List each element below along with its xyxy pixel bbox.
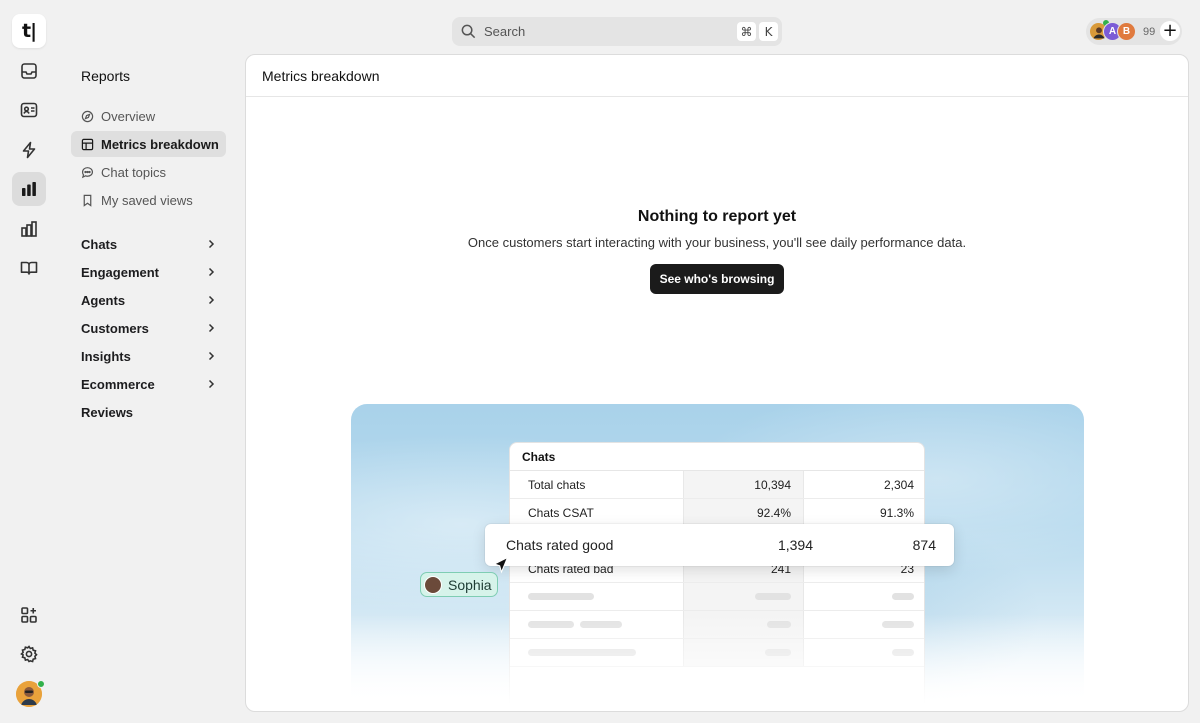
chevron-right-icon <box>208 323 215 333</box>
empty-state-illustration: Chats Total chats 10,394 2,304 Chats CSA… <box>351 404 1084 704</box>
nav-item-label: My saved views <box>101 192 193 208</box>
add-button[interactable]: + <box>1160 21 1180 41</box>
nav-group-label: Reviews <box>81 404 134 420</box>
cursor-name: Sophia <box>448 576 492 593</box>
row-value: 1,394 <box>777 537 813 553</box>
nav-group-insights[interactable]: Insights <box>71 343 226 369</box>
nav-group-customers[interactable]: Customers <box>71 315 226 341</box>
main-panel: Metrics breakdown Nothing to report yet … <box>245 54 1189 712</box>
nav-group-reviews[interactable]: Reviews <box>71 399 226 425</box>
skeleton-row <box>510 583 924 611</box>
row-label: Total chats <box>528 477 586 492</box>
nav-group-label: Agents <box>81 292 126 308</box>
chevron-right-icon <box>208 267 215 277</box>
reports-chart-icon[interactable] <box>12 172 46 206</box>
row-label: Chats CSAT <box>528 505 594 520</box>
analytics-icon[interactable] <box>12 212 46 246</box>
table-row: Total chats 10,394 2,304 <box>510 471 924 499</box>
contacts-icon[interactable] <box>12 93 46 127</box>
shortcut-key-cmd: ⌘ <box>737 22 756 41</box>
nav-group-agents[interactable]: Agents <box>71 287 226 313</box>
page-title: Metrics breakdown <box>246 55 1188 97</box>
inbox-icon[interactable] <box>12 54 46 88</box>
automation-bolt-icon[interactable] <box>12 133 46 167</box>
nav-item-my-saved-views[interactable]: My saved views <box>71 187 226 213</box>
nav-group-chats[interactable]: Chats <box>71 231 226 257</box>
empty-state-description: Once customers start interacting with yo… <box>467 235 967 250</box>
nav-item-label: Metrics breakdown <box>101 136 219 152</box>
shortcut-key-k: K <box>759 22 778 41</box>
search-input[interactable]: Search <box>484 24 737 39</box>
cursor-name-tag: Sophia <box>420 572 498 597</box>
knowledge-book-icon[interactable] <box>12 251 46 285</box>
app-logo[interactable]: t| <box>12 14 46 48</box>
subnav-title: Reports <box>81 68 131 84</box>
icon-rail: t| <box>0 0 58 723</box>
search-bar[interactable]: Search ⌘ K <box>452 17 782 46</box>
cursor-pointer-icon <box>493 556 509 574</box>
nav-group-label: Insights <box>81 348 131 364</box>
nav-group-label: Ecommerce <box>81 376 155 392</box>
compass-icon <box>81 110 94 122</box>
empty-state-title: Nothing to report yet <box>637 208 797 225</box>
highlighted-row: Chats rated good 1,394 874 <box>485 524 954 566</box>
agent-avatar: B <box>1117 22 1136 41</box>
apps-grid-icon[interactable] <box>12 598 46 632</box>
nav-item-label: Chat topics <box>101 164 167 180</box>
settings-gear-icon[interactable] <box>12 637 46 671</box>
chat-bubble-icon <box>81 166 94 178</box>
nav-group-label: Engagement <box>81 264 160 280</box>
agents-count: 99 <box>1143 25 1156 38</box>
see-who-is-browsing-button[interactable]: See who's browsing <box>650 264 784 294</box>
row-label: Chats rated good <box>506 537 614 553</box>
nav-group-label: Customers <box>81 320 149 336</box>
search-icon <box>461 24 476 39</box>
row-value: 874 <box>912 537 936 553</box>
row-value: 91.3% <box>803 499 924 526</box>
row-value: 92.4% <box>683 499 803 526</box>
chevron-right-icon <box>208 351 215 361</box>
nav-item-overview[interactable]: Overview <box>71 103 226 129</box>
nav-item-chat-topics[interactable]: Chat topics <box>71 159 226 185</box>
nav-item-label: Overview <box>101 108 156 124</box>
chevron-right-icon <box>208 295 215 305</box>
nav-group-engagement[interactable]: Engagement <box>71 259 226 285</box>
bookmark-icon <box>83 194 92 207</box>
row-value: 2,304 <box>803 471 924 498</box>
nav-item-metrics-breakdown[interactable]: Metrics breakdown <box>71 131 226 157</box>
row-value: 10,394 <box>683 471 803 498</box>
table-row: Chats CSAT 92.4% 91.3% <box>510 499 924 527</box>
cursor-avatar <box>424 575 442 594</box>
chevron-right-icon <box>208 379 215 389</box>
user-avatar[interactable] <box>16 680 45 707</box>
table-icon <box>81 138 94 150</box>
chevron-right-icon <box>208 239 215 249</box>
sample-table-title: Chats <box>510 443 924 471</box>
nav-group-label: Chats <box>81 236 118 252</box>
nav-group-ecommerce[interactable]: Ecommerce <box>71 371 226 397</box>
online-status-indicator <box>37 680 45 688</box>
